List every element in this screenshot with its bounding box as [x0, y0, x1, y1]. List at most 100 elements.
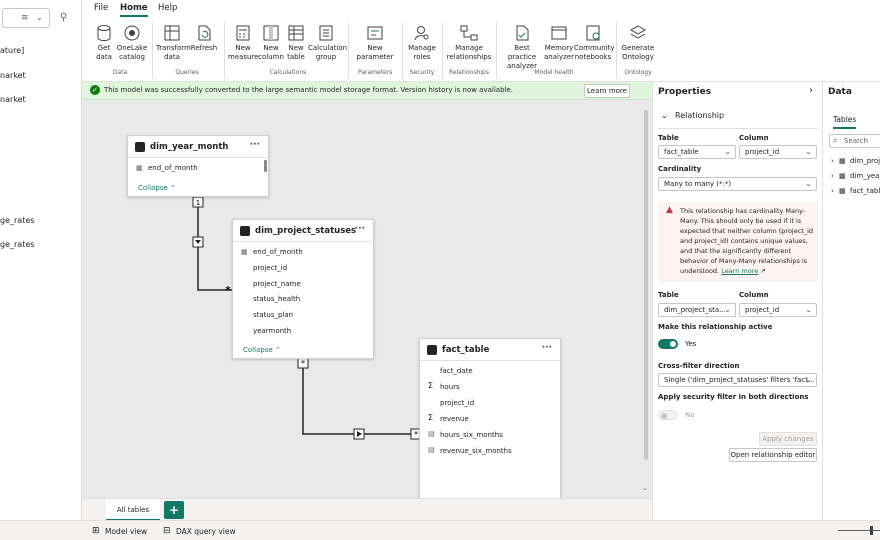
- learn-more-button[interactable]: Learn more: [584, 84, 630, 98]
- chevron-down-icon[interactable]: ⌄: [642, 484, 648, 492]
- model-view-tab[interactable]: Model view: [105, 527, 147, 536]
- data-table-item[interactable]: dim_year: [850, 172, 880, 180]
- model-canvas[interactable]: 1 * * * dim_year_month ··· ▦ end_of_mont…: [82, 100, 652, 500]
- calculation-group-button[interactable]: Calculation group: [308, 24, 347, 62]
- collapse-link[interactable]: Collapse ⌃: [138, 184, 176, 192]
- scrollbar[interactable]: [264, 160, 267, 172]
- search-input[interactable]: ⌕ Search: [829, 134, 880, 148]
- list-item[interactable]: narket: [0, 71, 26, 80]
- parameter-icon: [367, 26, 383, 40]
- table-header[interactable]: dim_project_statuses ···: [233, 220, 373, 242]
- filter-box[interactable]: ≡ ⌄: [2, 8, 50, 28]
- field-row[interactable]: revenue: [440, 415, 469, 423]
- chevron-down-icon: ⌄: [724, 147, 731, 156]
- chevron-right-icon[interactable]: ›: [809, 85, 813, 96]
- group-separator: [402, 22, 403, 78]
- warning-text: This relationship has cardinality Many-M…: [680, 207, 814, 275]
- field-row[interactable]: fact_date: [440, 367, 473, 375]
- section-title[interactable]: Relationship: [675, 111, 724, 120]
- field-row[interactable]: hours_six_months: [440, 431, 503, 439]
- cardinality-select[interactable]: Many to many (*:*) ⌄: [658, 177, 817, 191]
- more-options-icon[interactable]: ···: [542, 343, 552, 353]
- active-toggle[interactable]: [658, 339, 678, 349]
- table-card-dim-year-month[interactable]: dim_year_month ··· ▦ end_of_month Collap…: [127, 135, 269, 197]
- info-message: This model was successfully converted to…: [104, 86, 514, 94]
- database-icon: [97, 25, 111, 42]
- properties-title: Properties: [658, 87, 712, 97]
- tab-help[interactable]: Help: [158, 3, 177, 13]
- refresh-button[interactable]: Refresh: [190, 24, 218, 53]
- field-row[interactable]: status_health: [253, 295, 300, 303]
- field-row[interactable]: hours: [440, 383, 460, 391]
- more-options-icon[interactable]: ···: [355, 224, 365, 234]
- list-item[interactable]: ature]: [0, 46, 24, 55]
- best-practice-analyzer-button[interactable]: Best practice analyzer: [500, 24, 544, 71]
- get-data-button[interactable]: Get data: [90, 24, 118, 62]
- field-row[interactable]: status_plan: [253, 311, 293, 319]
- new-parameter-button[interactable]: New parameter: [354, 24, 396, 62]
- group-separator: [224, 22, 225, 78]
- tab-home[interactable]: Home: [120, 3, 148, 17]
- generate-ontology-button[interactable]: Generate Ontology: [620, 24, 656, 62]
- data-table-item[interactable]: dim_proj: [850, 157, 880, 165]
- tab-file[interactable]: File: [94, 3, 108, 13]
- transform-data-button[interactable]: Transform data: [156, 24, 191, 62]
- field-row[interactable]: revenue_six_months: [440, 447, 512, 455]
- canvas-scrollbar[interactable]: ⌄: [642, 100, 649, 492]
- properties-pane: Properties › ⌄ Relationship Table Column…: [652, 82, 822, 520]
- relationship-line[interactable]: [302, 358, 419, 435]
- field-row[interactable]: end_of_month: [148, 164, 198, 172]
- chevron-right-icon[interactable]: ›: [831, 187, 834, 195]
- table-header[interactable]: fact_table ···: [420, 339, 560, 361]
- field-row[interactable]: project_name: [253, 280, 301, 288]
- field-row[interactable]: end_of_month: [253, 248, 303, 256]
- table-header[interactable]: dim_year_month ···: [128, 136, 268, 158]
- data-table-item[interactable]: fact_table: [850, 187, 880, 195]
- collapse-link[interactable]: Collapse ⌃: [243, 346, 281, 354]
- info-bar: ✓ This model was successfully converted …: [82, 82, 652, 100]
- tab-tables[interactable]: Tables: [833, 115, 857, 129]
- onelake-catalog-button[interactable]: OneLake catalog: [116, 24, 148, 62]
- zoom-slider[interactable]: [838, 530, 880, 531]
- column2-select[interactable]: project_id ⌄: [739, 303, 817, 317]
- manage-relationships-button[interactable]: Manage relationships: [446, 24, 492, 62]
- table-card-dim-project-statuses[interactable]: dim_project_statuses ··· ▦ end_of_month …: [232, 219, 374, 359]
- dax-query-view-tab[interactable]: DAX query view: [176, 527, 236, 536]
- new-table-button[interactable]: New table: [284, 24, 308, 62]
- field-row[interactable]: project_id: [253, 264, 287, 272]
- field-row[interactable]: yearmonth: [253, 327, 291, 335]
- group-label-security: Security: [409, 69, 435, 76]
- table-card-fact-table[interactable]: fact_table ··· fact_date Σ hours project…: [419, 338, 561, 500]
- chevron-down-icon[interactable]: ⌄: [661, 111, 668, 120]
- chevron-right-icon[interactable]: ›: [831, 157, 834, 165]
- security-toggle[interactable]: [658, 410, 678, 420]
- search-icon: ⌕: [833, 136, 838, 145]
- zoom-slider-thumb[interactable]: [870, 526, 873, 535]
- list-item[interactable]: narket: [0, 95, 26, 104]
- table2-select[interactable]: dim_project_sta... ⌄: [658, 303, 736, 317]
- scrollbar-thumb[interactable]: [644, 110, 648, 460]
- more-options-icon[interactable]: ···: [250, 140, 260, 150]
- memory-analyzer-button[interactable]: Memory analyzer: [542, 24, 576, 62]
- learn-more-link[interactable]: Learn more: [721, 267, 758, 275]
- add-layout-button[interactable]: +: [164, 501, 184, 519]
- table1-select[interactable]: fact_table ⌄: [658, 145, 736, 159]
- column1-select[interactable]: project_id ⌄: [739, 145, 817, 159]
- new-column-button[interactable]: New column: [258, 24, 284, 62]
- crossfilter-select[interactable]: Single ('dim_project_statuses' filters '…: [658, 373, 817, 387]
- list-item[interactable]: ge_rates: [0, 216, 34, 225]
- new-measure-button[interactable]: New measure: [228, 24, 259, 62]
- list-item[interactable]: ge_rates: [0, 240, 34, 249]
- field-row[interactable]: project_id: [440, 399, 474, 407]
- chevron-right-icon[interactable]: ›: [831, 172, 834, 180]
- filter-icon[interactable]: ≡: [21, 13, 29, 23]
- manage-roles-button[interactable]: Manage roles: [406, 24, 438, 62]
- many-marker-label: *: [414, 430, 418, 439]
- tab-all-tables[interactable]: All tables: [106, 499, 160, 521]
- community-notebooks-button[interactable]: Community notebooks: [574, 24, 615, 62]
- calendar-icon: ▦: [136, 164, 143, 172]
- apply-changes-button[interactable]: Apply changes: [759, 432, 817, 446]
- pin-icon[interactable]: ⚲: [60, 12, 67, 23]
- open-relationship-editor-button[interactable]: Open relationship editor: [729, 448, 817, 462]
- sigma-icon: Σ: [428, 381, 434, 390]
